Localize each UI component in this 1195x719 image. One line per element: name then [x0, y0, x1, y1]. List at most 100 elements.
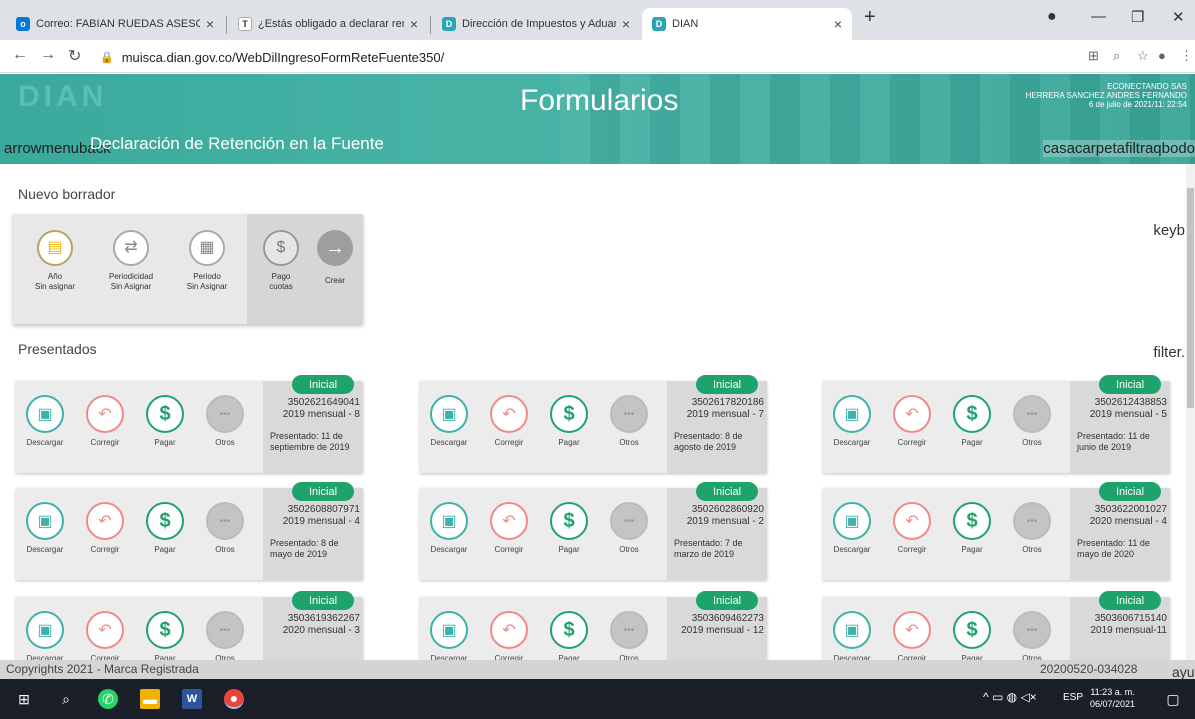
language-indicator[interactable]: ESP [1063, 692, 1083, 703]
others-button[interactable]: ••• Otros [604, 611, 654, 663]
period-selector[interactable]: ▦ Periodo Sin Asignar [177, 230, 237, 292]
pay-button[interactable]: $ Pagar [140, 395, 190, 447]
card-info-panel [263, 488, 363, 580]
pay-button[interactable]: $ Pagar [947, 611, 997, 663]
correct-button[interactable]: ↶ Corregir [484, 395, 534, 447]
window-close-icon[interactable]: ✕ [1172, 8, 1185, 26]
presented-form-card: Inicial ▣ Descargar ↶ Corregir $ Pagar ••• Otros… [823, 482, 1170, 580]
taskbar-clock[interactable]: 11:23 a. m. 06/07/2021 [1090, 686, 1135, 710]
download-label: Descargar [833, 545, 871, 554]
keyboard-icon[interactable]: keyb [1153, 222, 1185, 239]
chrome-icon[interactable]: ● [224, 689, 244, 709]
correct-button[interactable]: ↶ Corregir [887, 395, 937, 447]
restore-icon[interactable]: ❐ [1131, 8, 1144, 26]
correct-button[interactable]: ↶ Corregir [887, 502, 937, 554]
period-label: Periodo [193, 272, 221, 281]
download-button[interactable]: ▣ Descargar [827, 395, 877, 447]
status-badge: Inicial [292, 591, 354, 610]
correct-label: Corregir [494, 438, 524, 447]
file-explorer-icon[interactable]: ▬ [140, 689, 160, 709]
pay-button[interactable]: $ Pagar [947, 502, 997, 554]
close-icon[interactable]: × [410, 16, 418, 32]
star-icon[interactable]: ☆ [1137, 48, 1149, 64]
card-info-panel [667, 381, 767, 473]
forward-arrow-icon[interactable]: → [40, 46, 56, 64]
profile-icon[interactable]: ● [1158, 48, 1166, 63]
download-button[interactable]: ▣ Descargar [827, 502, 877, 554]
filter-icon[interactable]: filter. [1153, 344, 1185, 361]
menu-dots-icon[interactable]: ⋮ [1180, 48, 1193, 64]
form-number-block: 3503606715140 2019 mensual-11 [1075, 613, 1167, 637]
download-button[interactable]: ▣ Descargar [20, 502, 70, 554]
pay-button[interactable]: $ Pagar [544, 395, 594, 447]
others-button[interactable]: ••• Otros [200, 502, 250, 554]
pdf-icon: ▣ [833, 502, 871, 540]
correct-label: Corregir [90, 545, 120, 554]
others-button[interactable]: ••• Otros [604, 395, 654, 447]
more-dots-icon: ••• [1013, 395, 1051, 433]
close-icon[interactable]: × [206, 16, 214, 32]
address-bar: ← → ↻ 🔒 muisca.dian.gov.co/WebDilIngreso… [0, 40, 1195, 73]
tab-dian-active[interactable]: D DIAN × [642, 8, 852, 40]
pay-button[interactable]: $ Pagar [544, 502, 594, 554]
tab-dian-impuestos[interactable]: D Dirección de Impuestos y Aduan × [432, 8, 640, 40]
dollar-icon: $ [550, 395, 588, 433]
status-badge: Inicial [696, 591, 758, 610]
others-button[interactable]: ••• Otros [1007, 502, 1057, 554]
others-button[interactable]: ••• Otros [200, 611, 250, 663]
correct-button[interactable]: ↶ Corregir [484, 611, 534, 663]
header-toolbar-icons[interactable]: casacarpetafiltraqbodo [1043, 140, 1195, 157]
translate-icon[interactable]: ⊞ [1088, 48, 1099, 64]
tray-icons[interactable]: ^ ▭ ◍ ◁× [983, 690, 1037, 704]
help-icon[interactable]: ayu [1172, 664, 1195, 680]
others-button[interactable]: ••• Otros [1007, 395, 1057, 447]
pay-button[interactable]: $ Pagar [140, 611, 190, 663]
pay-button[interactable]: $ Pagar [140, 502, 190, 554]
notifications-icon[interactable]: ▢ [1163, 689, 1183, 709]
search-icon[interactable]: ⌕ [56, 689, 76, 709]
form-number: 3502608807971 [287, 504, 360, 515]
periodicity-selector[interactable]: ⇄ Periodicidad Sin Asignar [101, 230, 161, 292]
tab-renta[interactable]: T ¿Estás obligado a declarar renta × [228, 8, 428, 40]
url-field[interactable]: 🔒 muisca.dian.gov.co/WebDilIngresoFormRe… [100, 45, 1040, 69]
download-button[interactable]: ▣ Descargar [827, 611, 877, 663]
new-tab-button[interactable]: + [864, 6, 876, 29]
payment-installments-option[interactable]: $ Pago cuotas [251, 230, 311, 292]
pay-button[interactable]: $ Pagar [544, 611, 594, 663]
year-selector[interactable]: ▤ Año Sin asignar [25, 230, 85, 292]
correct-button[interactable]: ↶ Corregir [80, 502, 130, 554]
close-icon[interactable]: × [834, 16, 842, 32]
download-button[interactable]: ▣ Descargar [20, 611, 70, 663]
word-icon[interactable]: W [182, 689, 202, 709]
close-icon[interactable]: × [622, 16, 630, 32]
others-button[interactable]: ••• Otros [200, 395, 250, 447]
others-button[interactable]: ••• Otros [604, 502, 654, 554]
form-number-block: 3503619362267 2020 mensual - 3 [268, 613, 360, 637]
user-info: ECONECTANDO SAS HERRERA SANCHEZ ANDRES F… [1026, 82, 1187, 109]
version-text: 20200520-034028 [1040, 662, 1138, 676]
scrollbar-thumb[interactable] [1187, 188, 1194, 408]
create-button[interactable]: → Crear [313, 230, 357, 285]
presented-date: Presentado: 8 de agosto de 2019 [674, 431, 743, 452]
correct-button[interactable]: ↶ Corregir [80, 395, 130, 447]
windows-start-icon[interactable]: ⊞ [14, 689, 34, 709]
minimize-icon[interactable]: — [1091, 8, 1106, 25]
download-button[interactable]: ▣ Descargar [424, 502, 474, 554]
page-scrollbar[interactable] [1186, 164, 1195, 660]
download-button[interactable]: ▣ Descargar [424, 395, 474, 447]
download-button[interactable]: ▣ Descargar [20, 395, 70, 447]
back-arrow-icon[interactable]: ← [12, 46, 28, 64]
reload-icon[interactable]: ↻ [68, 46, 81, 66]
whatsapp-icon[interactable]: ✆ [98, 689, 118, 709]
tab-correo[interactable]: o Correo: FABIAN RUEDAS ASESOR × [6, 8, 224, 40]
pay-button[interactable]: $ Pagar [947, 395, 997, 447]
correct-button[interactable]: ↶ Corregir [887, 611, 937, 663]
correct-button[interactable]: ↶ Corregir [80, 611, 130, 663]
form-number-block: 3503609462273 2019 mensual - 12 [672, 613, 764, 637]
others-button[interactable]: ••• Otros [1007, 611, 1057, 663]
zoom-icon[interactable]: ⌕ [1113, 48, 1120, 64]
pay-label: Pagar [558, 545, 580, 554]
record-icon[interactable]: ● [1047, 8, 1057, 26]
download-button[interactable]: ▣ Descargar [424, 611, 474, 663]
correct-button[interactable]: ↶ Corregir [484, 502, 534, 554]
